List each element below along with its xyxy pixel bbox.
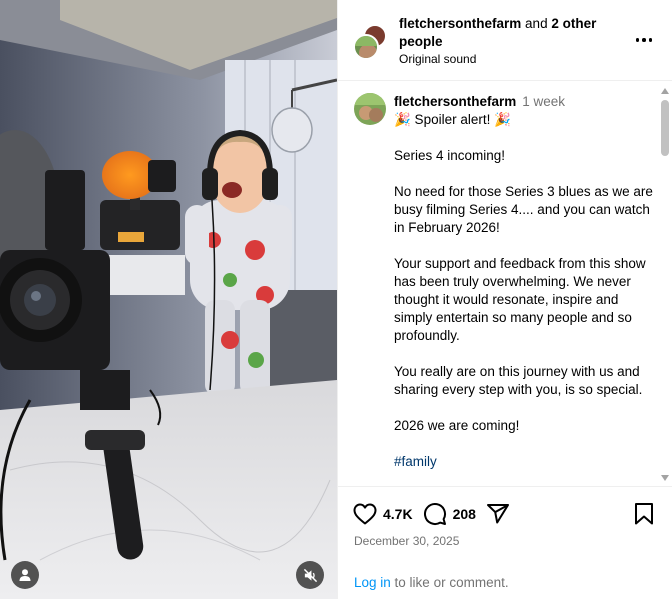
caption-line: Series 4 incoming! [394, 148, 506, 163]
more-options-dot [642, 38, 646, 42]
post-side-panel: fletchersonthefarm and 2 other people Or… [337, 0, 672, 599]
collab-avatars[interactable] [353, 24, 389, 60]
scroll-down-arrow-icon[interactable] [661, 475, 669, 481]
post-date[interactable]: December 30, 2025 [354, 534, 459, 548]
share-button[interactable] [486, 502, 510, 526]
login-prompt: Log in to like or comment. [354, 575, 509, 590]
muted-speaker-icon [303, 568, 317, 582]
share-icon [486, 504, 509, 524]
audio-label-link[interactable]: Original sound [399, 51, 619, 67]
login-prompt-text: to like or comment. [390, 575, 509, 590]
login-link[interactable]: Log in [354, 575, 391, 590]
video-frame [0, 0, 337, 599]
heart-icon [353, 503, 377, 525]
avatar [353, 34, 379, 60]
post-dialog: fletchersonthefarm and 2 other people Or… [0, 0, 672, 599]
hashtag-link[interactable]: #family [394, 453, 659, 471]
mute-toggle-button[interactable] [296, 561, 324, 589]
author-username-link[interactable]: fletchersonthefarm [399, 16, 521, 31]
more-options-button[interactable] [630, 30, 658, 50]
caption-username-link[interactable]: fletchersonthefarm [394, 94, 516, 109]
bookmark-icon [635, 503, 653, 525]
caption-timestamp[interactable]: 1 week [522, 94, 565, 109]
action-bar: 4.7K 208 [353, 501, 520, 527]
caption-line: No need for those Series 3 blues as we a… [394, 184, 657, 235]
more-options-icon [635, 38, 640, 42]
caption-scroll-area[interactable]: fletchersonthefarm 1 week 🎉 Spoiler alert… [338, 82, 672, 486]
caption: fletchersonthefarm 1 week 🎉 Spoiler alert… [394, 93, 659, 471]
caption-scrollbar[interactable] [659, 86, 671, 486]
scrollbar-thumb[interactable] [661, 100, 669, 156]
more-options-dot [648, 38, 653, 42]
like-count[interactable]: 4.7K [383, 506, 413, 522]
comment-button[interactable]: 208 [423, 502, 476, 526]
avatar[interactable] [354, 93, 386, 125]
comment-count[interactable]: 208 [453, 506, 476, 522]
user-tag-icon [19, 569, 31, 581]
video-player[interactable] [0, 0, 337, 599]
caption-line: You really are on this journey with us a… [394, 364, 644, 397]
scroll-up-arrow-icon[interactable] [661, 88, 669, 94]
caption-line: Your support and feedback from this show… [394, 256, 650, 343]
user-tag-button[interactable] [11, 561, 39, 589]
post-authors: fletchersonthefarm and 2 other people Or… [399, 15, 619, 67]
post-actions: 4.7K 208 December 30, 2025 Log in to lik… [338, 486, 672, 599]
post-header: fletchersonthefarm and 2 other people Or… [338, 0, 672, 81]
like-button[interactable]: 4.7K [353, 503, 413, 525]
save-button[interactable] [634, 502, 654, 531]
comment-icon [423, 503, 446, 525]
caption-line: 🎉 Spoiler alert! 🎉 [394, 112, 511, 127]
author-connector: and [525, 16, 548, 31]
caption-line: 2026 we are coming! [394, 418, 520, 433]
